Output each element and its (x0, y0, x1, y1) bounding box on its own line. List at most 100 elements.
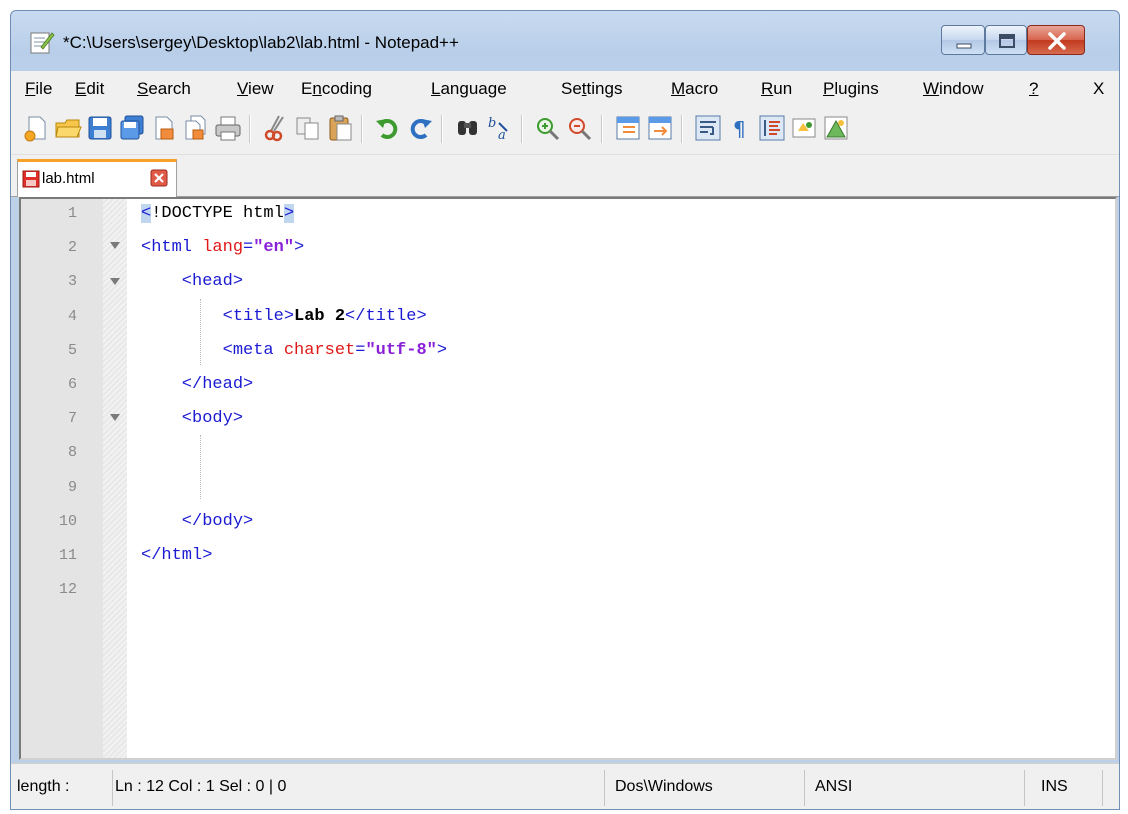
unsaved-file-icon (22, 170, 40, 188)
code-token: < (141, 204, 152, 223)
code-token: <title> (141, 306, 295, 326)
status-eol-format: Dos\Windows (607, 770, 805, 806)
tab-bar: lab.html (11, 155, 1119, 197)
menu-encoding[interactable]: Encoding (301, 79, 372, 99)
undo-icon[interactable] (373, 113, 403, 143)
line-number: 12 (58, 581, 77, 599)
menu-window[interactable]: Window (923, 79, 983, 99)
svg-text:¶: ¶ (733, 117, 746, 141)
code-line: </html> (141, 546, 212, 565)
code-token: > (283, 204, 295, 223)
fold-arrow-icon[interactable] (109, 241, 121, 251)
status-bar: length : Ln : 12 Col : 1 Sel : 0 | 0 Dos… (11, 763, 1119, 809)
menu-macro[interactable]: Macro (671, 79, 718, 99)
tab-lab-html[interactable]: lab.html (17, 159, 177, 197)
title-bar[interactable]: *C:\Users\sergey\Desktop\lab2\lab.html -… (11, 11, 1119, 73)
line-number: 11 (58, 547, 77, 564)
code-token: > (294, 238, 305, 258)
code-token: !DOCTYPE html (151, 204, 284, 223)
new-file-icon[interactable] (21, 113, 51, 143)
maximize-button[interactable] (985, 25, 1027, 55)
menu-settings[interactable]: Settings (561, 79, 622, 99)
macro-playback-icon[interactable] (821, 113, 851, 143)
line-number: 2 (67, 239, 77, 257)
maximize-icon (999, 34, 1015, 48)
paste-icon[interactable] (325, 113, 355, 143)
menu-help[interactable]: ? (1029, 79, 1038, 99)
notepad-plus-plus-icon (30, 32, 55, 54)
macro-record-icon[interactable] (789, 113, 819, 143)
code-token: > (436, 340, 448, 360)
minimize-button[interactable] (941, 25, 985, 55)
menu-view[interactable]: View (237, 79, 274, 99)
code-token: charset (283, 340, 356, 360)
line-number: 9 (67, 478, 77, 496)
status-length: length : (17, 770, 113, 806)
indent-guide-icon[interactable] (757, 113, 787, 143)
sync-vertical-icon[interactable] (613, 113, 643, 143)
code-token: lang (202, 238, 244, 258)
tab-close-icon[interactable] (150, 169, 168, 187)
code-token: <body> (141, 409, 244, 429)
open-file-icon[interactable] (53, 113, 83, 143)
code-token: <head> (141, 272, 244, 292)
svg-text:a: a (498, 128, 506, 143)
menu-edit[interactable]: Edit (75, 79, 104, 99)
print-icon[interactable] (213, 113, 243, 143)
line-number: 7 (67, 410, 77, 428)
close-all-icon[interactable] (181, 113, 211, 143)
code-line: <body> (141, 409, 243, 428)
save-all-icon[interactable] (117, 113, 147, 143)
close-document-button[interactable]: X (1093, 79, 1104, 99)
menu-run[interactable]: Run (761, 79, 792, 99)
line-number: 10 (58, 512, 77, 530)
code-token: </head> (141, 375, 254, 394)
replace-icon[interactable]: ba (485, 113, 515, 143)
fold-arrow-icon[interactable] (109, 277, 121, 287)
cut-icon[interactable] (261, 113, 291, 143)
find-icon[interactable] (453, 113, 483, 143)
code-token: = (355, 340, 366, 360)
code-line: <title>Lab 2</title> (141, 307, 427, 326)
code-token: </body> (141, 511, 254, 531)
copy-icon[interactable] (293, 113, 323, 143)
close-icon (1048, 32, 1066, 50)
code-token: <html (141, 238, 203, 258)
toolbar-separator (681, 115, 683, 143)
code-line: <head> (141, 272, 243, 291)
close-window-button[interactable] (1027, 25, 1085, 55)
svg-text:b: b (488, 116, 496, 131)
save-icon[interactable] (85, 113, 115, 143)
status-position: Ln : 12 Col : 1 Sel : 0 | 0 (115, 770, 605, 806)
code-line: <html lang="en"> (141, 238, 304, 257)
code-token: </title> (345, 306, 427, 326)
redo-icon[interactable] (405, 113, 435, 143)
minimize-icon (956, 43, 972, 49)
code-token: Lab 2 (294, 306, 346, 326)
line-number: 4 (67, 307, 77, 325)
sync-horizontal-icon[interactable] (645, 113, 675, 143)
zoom-in-icon[interactable] (533, 113, 563, 143)
menu-search[interactable]: Search (137, 79, 191, 99)
menu-plugins[interactable]: Plugins (823, 79, 879, 99)
notepadpp-window: *C:\Users\sergey\Desktop\lab2\lab.html -… (10, 10, 1120, 810)
menu-language[interactable]: Language (431, 79, 507, 99)
word-wrap-icon[interactable] (693, 113, 723, 143)
toolbar: ba ¶ (11, 105, 1119, 155)
zoom-out-icon[interactable] (565, 113, 595, 143)
menu-file[interactable]: File (25, 79, 52, 99)
code-line: </head> (141, 375, 253, 394)
fold-arrow-icon[interactable] (109, 413, 121, 423)
line-number: 6 (67, 376, 77, 393)
close-file-icon[interactable] (149, 113, 179, 143)
code-editor[interactable]: 1 2 3 4 5 6 7 8 9 10 11 12 <!DOCTYPE html> <html lan… (19, 197, 1117, 760)
line-number: 3 (67, 273, 77, 291)
line-number: 1 (67, 205, 77, 222)
menu-bar: File Edit Search View Encoding Language … (11, 71, 1119, 105)
code-line: </body> (141, 512, 253, 531)
show-all-characters-icon[interactable]: ¶ (725, 113, 755, 143)
status-encoding: ANSI (807, 770, 1025, 806)
code-line: <meta charset="utf-8"> (141, 341, 447, 360)
line-number: 8 (67, 444, 77, 462)
toolbar-separator (249, 115, 251, 143)
